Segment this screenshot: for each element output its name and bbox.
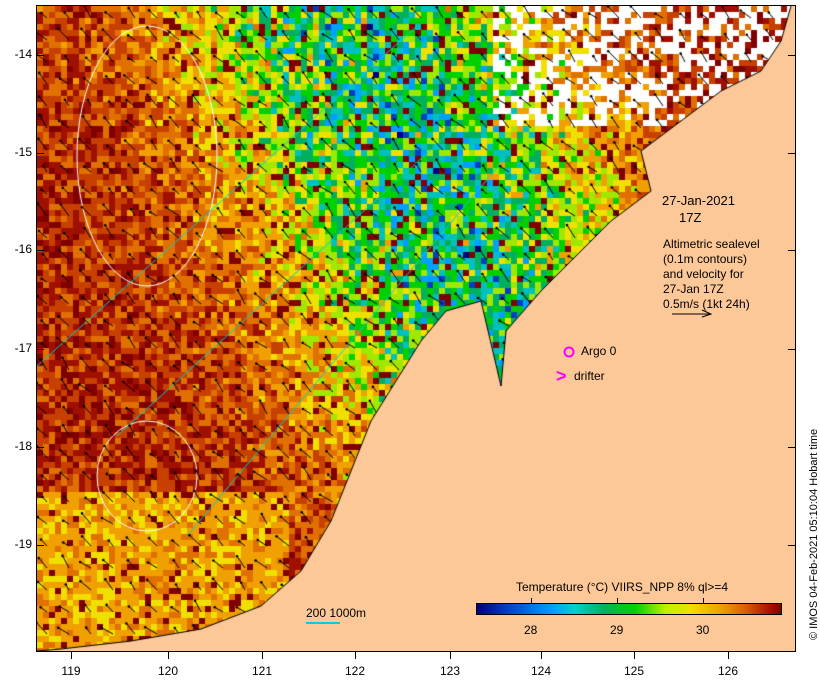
lat-label: -18 xyxy=(14,439,32,453)
lon-label: 124 xyxy=(530,664,552,678)
credit-text: © IMOS 04-Feb-2021 05:10:04 Hobart time xyxy=(808,428,820,640)
lon-label: 121 xyxy=(251,664,273,678)
lon-label: 122 xyxy=(344,664,366,678)
annotation-line: Altimetric sealevel xyxy=(663,237,760,251)
annotation-line: and velocity for xyxy=(663,267,744,281)
lon-label: 125 xyxy=(623,664,645,678)
lat-label: -16 xyxy=(14,242,32,256)
lat-label: -14 xyxy=(14,47,32,61)
lat-label: -15 xyxy=(14,145,32,159)
colorbar xyxy=(476,603,782,615)
colorbar-tick: 30 xyxy=(696,623,710,637)
annotation-line: 27-Jan 17Z xyxy=(663,282,724,296)
lon-label: 119 xyxy=(61,664,81,678)
lat-label: -19 xyxy=(14,537,32,551)
lon-label: 120 xyxy=(157,664,179,678)
depth-scale-label: 200 1000m xyxy=(306,606,367,620)
drifter-label: drifter xyxy=(574,369,605,383)
depth-scale-line xyxy=(306,622,340,624)
lon-label: 126 xyxy=(717,664,739,678)
argo-label: Argo 0 xyxy=(581,344,617,358)
sst-map-canvas xyxy=(37,6,795,651)
colorbar-tick: 28 xyxy=(524,623,538,637)
velocity-scale-arrow-icon xyxy=(672,309,713,318)
lat-label: -17 xyxy=(14,341,32,355)
colorbar-title: Temperature (°C) VIIRS_NPP 8% ql>=4 xyxy=(516,580,729,594)
colorbar-tick: 29 xyxy=(610,623,624,637)
lon-label: 123 xyxy=(439,664,461,678)
annotation-time: 17Z xyxy=(679,210,702,225)
annotation-line: (0.1m contours) xyxy=(663,252,748,266)
annotation-date: 27-Jan-2021 xyxy=(662,193,735,208)
argo-marker-icon xyxy=(563,346,575,358)
drifter-marker-icon: > xyxy=(556,366,567,386)
sst-map xyxy=(36,5,796,652)
